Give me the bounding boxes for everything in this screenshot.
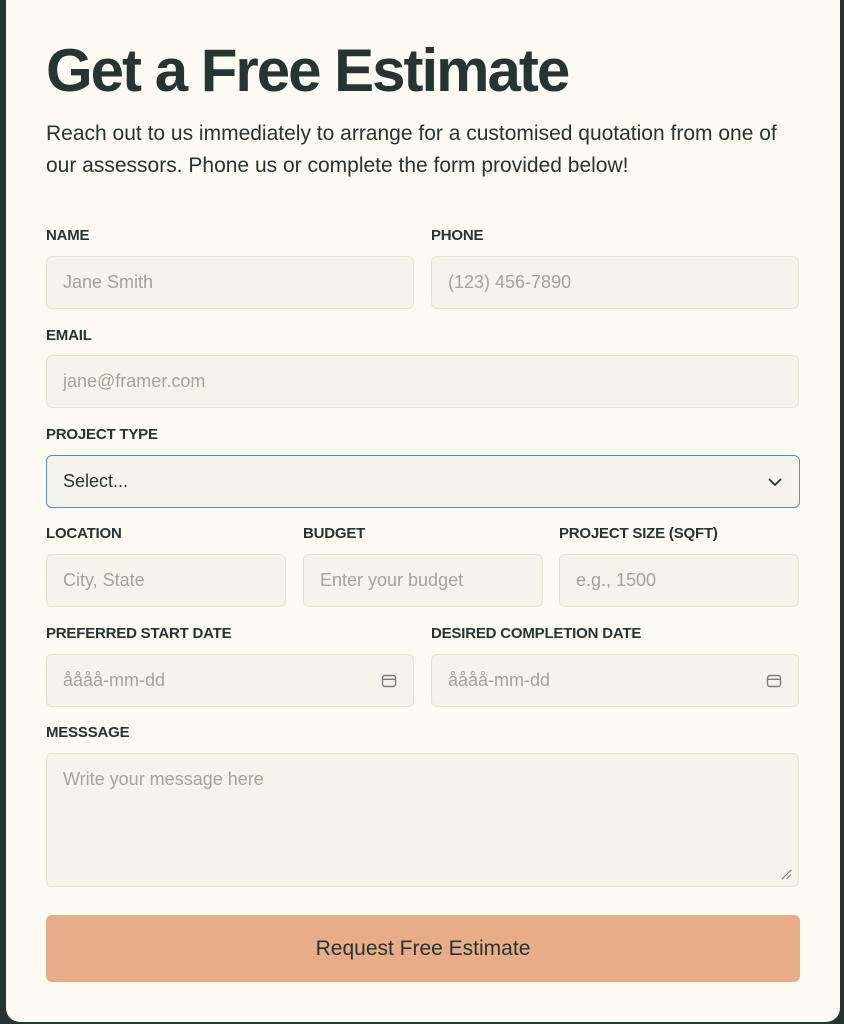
budget-input[interactable]: Enter your budget: [303, 554, 543, 607]
intro-text: Reach out to us immediately to arrange f…: [46, 122, 777, 177]
page-title: Get a Free Estimate: [46, 37, 570, 104]
project-size-input[interactable]: e.g., 1500: [559, 554, 799, 607]
name-label: NAME: [46, 227, 90, 244]
location-placeholder: City, State: [63, 570, 145, 590]
name-input[interactable]: Jane Smith: [46, 256, 414, 309]
calendar-icon[interactable]: [381, 673, 397, 689]
name-placeholder: Jane Smith: [63, 272, 154, 292]
project-type-value: Select...: [63, 471, 129, 491]
start-date-label: PREFERRED START DATE: [46, 625, 232, 642]
message-placeholder: Write your message here: [63, 769, 264, 789]
budget-label: BUDGET: [303, 525, 366, 542]
phone-label: PHONE: [431, 227, 484, 244]
completion-date-label: DESIRED COMPLETION DATE: [431, 625, 642, 642]
email-input[interactable]: jane@framer.com: [46, 355, 799, 408]
phone-input[interactable]: (123) 456-7890: [431, 256, 799, 309]
email-label: EMAIL: [46, 327, 92, 344]
budget-placeholder: Enter your budget: [320, 570, 464, 590]
resize-handle-icon[interactable]: [780, 868, 792, 880]
completion-date-input[interactable]: åååå-mm-dd: [431, 654, 799, 707]
start-date-input[interactable]: åååå-mm-dd: [46, 654, 414, 707]
project-type-select[interactable]: Select...: [46, 455, 800, 508]
request-estimate-button[interactable]: Request Free Estimate: [46, 915, 800, 982]
message-textarea[interactable]: Write your message here: [46, 753, 799, 887]
phone-placeholder: (123) 456-7890: [448, 272, 572, 292]
project-size-label: PROJECT SIZE (SQFT): [559, 525, 718, 542]
location-label: LOCATION: [46, 525, 122, 542]
completion-date-placeholder: åååå-mm-dd: [448, 670, 551, 690]
message-label: MESSSAGE: [46, 724, 130, 741]
project-size-placeholder: e.g., 1500: [576, 570, 657, 590]
project-type-label: PROJECT TYPE: [46, 426, 158, 443]
estimate-card: Get a Free Estimate Reach out to us imme…: [6, 0, 840, 1022]
calendar-icon[interactable]: [766, 673, 782, 689]
email-placeholder: jane@framer.com: [63, 371, 206, 391]
chevron-down-icon: [767, 474, 783, 490]
start-date-placeholder: åååå-mm-dd: [63, 670, 166, 690]
location-input[interactable]: City, State: [46, 554, 286, 607]
